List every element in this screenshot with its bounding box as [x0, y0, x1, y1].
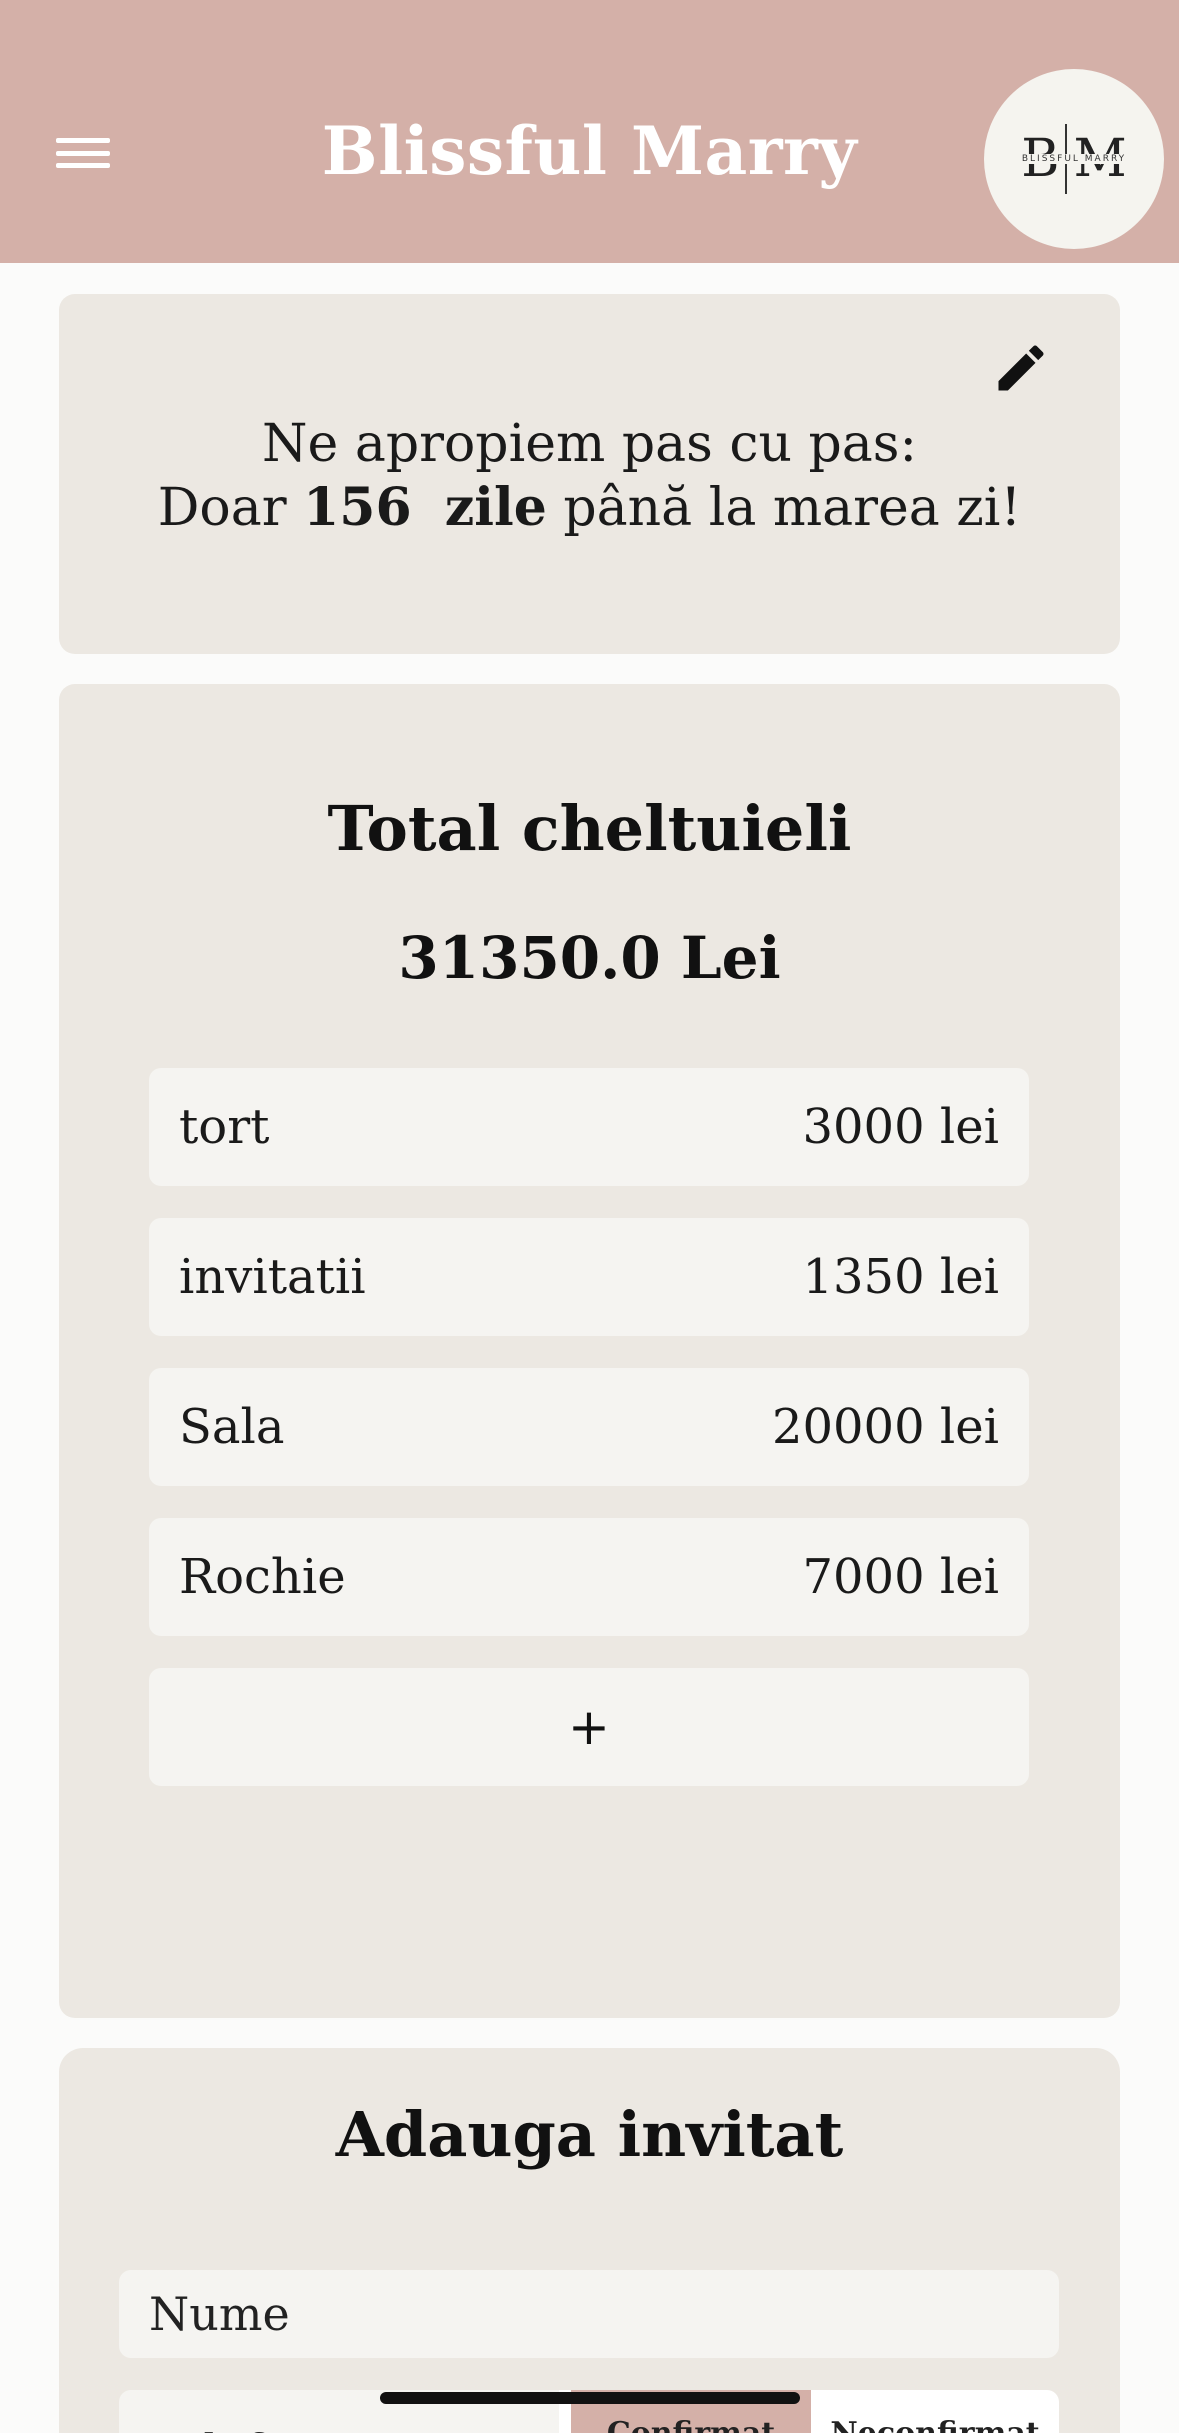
countdown-suffix: până la marea zi! [563, 478, 1022, 538]
countdown-line-1: Ne apropiem pas cu pas: [262, 414, 917, 474]
expense-amount: 20000 lei [771, 1399, 999, 1455]
add-expense-button[interactable]: + [149, 1668, 1029, 1786]
expense-label: Rochie [179, 1549, 346, 1605]
app-screen: Blissful Marry B M BLISSFUL MARRY Ne apr… [0, 0, 1179, 2433]
expense-label: tort [179, 1099, 270, 1155]
expense-amount: 7000 lei [802, 1549, 999, 1605]
countdown-card: Ne apropiem pas cu pas: Doar 156 zile pâ… [59, 294, 1120, 654]
expense-label: invitatii [179, 1249, 366, 1305]
expenses-title: Total cheltuieli [327, 792, 852, 865]
expense-item[interactable]: tort 3000 lei [149, 1068, 1029, 1186]
home-indicator[interactable] [380, 2392, 800, 2404]
logo-brand-text: BLISSFUL MARRY [1019, 154, 1129, 164]
countdown-line-2: Doar 156 zile până la marea zi! [59, 476, 1120, 540]
expense-amount: 3000 lei [802, 1099, 999, 1155]
countdown-days-unit: zile [444, 477, 547, 538]
expense-list: tort 3000 lei invitatii 1350 lei Sala 20… [149, 1068, 1029, 1786]
expense-item[interactable]: Sala 20000 lei [149, 1368, 1029, 1486]
expense-item[interactable]: Rochie 7000 lei [149, 1518, 1029, 1636]
expenses-card: Total cheltuieli 31350.0 Lei tort 3000 l… [59, 684, 1120, 2018]
expenses-total: 31350.0 Lei [398, 924, 781, 992]
countdown-prefix: Doar [157, 478, 287, 538]
status-unconfirmed-option[interactable]: Neconfirmat [811, 2390, 1059, 2433]
add-guest-card: Adauga invitat Confirmat Neconfirmat [59, 2048, 1120, 2433]
add-guest-title: Adauga invitat [335, 2098, 844, 2171]
guest-name-field[interactable] [119, 2270, 1059, 2358]
pencil-icon[interactable] [991, 338, 1051, 398]
logo-initials: B M BLISSFUL MARRY [1019, 124, 1129, 194]
expense-item[interactable]: invitatii 1350 lei [149, 1218, 1029, 1336]
brand-logo[interactable]: B M BLISSFUL MARRY [984, 69, 1164, 249]
countdown-message: Ne apropiem pas cu pas: Doar 156 zile pâ… [59, 412, 1120, 540]
countdown-days: 156 [303, 477, 412, 538]
expense-label: Sala [179, 1399, 285, 1455]
app-header: Blissful Marry B M BLISSFUL MARRY [0, 0, 1179, 263]
expense-amount: 1350 lei [802, 1249, 999, 1305]
